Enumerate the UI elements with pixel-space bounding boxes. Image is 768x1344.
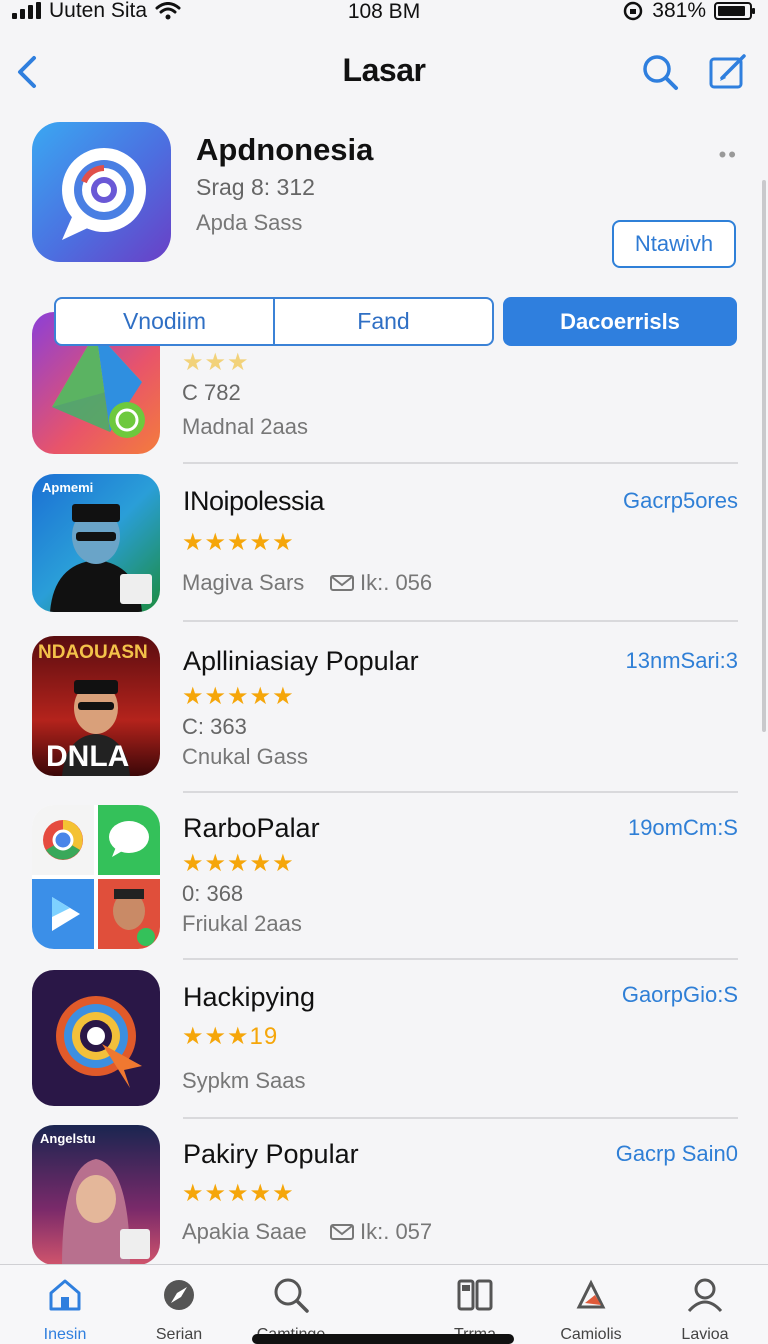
row-divider: [183, 462, 738, 464]
app-icon-target: [32, 970, 160, 1106]
battery-percent: 381%: [652, 0, 706, 22]
app-action-link[interactable]: 13nmSari:3: [625, 648, 738, 674]
tab-search[interactable]: Serian: [124, 1275, 234, 1344]
tab-label: Lavioa: [681, 1326, 729, 1343]
segment-2-selected[interactable]: Dacoerrisls: [503, 297, 737, 346]
tab-label: Camiolis: [560, 1326, 622, 1343]
rating-stars: ★★★★★: [182, 683, 295, 710]
icon-caption: DNLA: [46, 740, 130, 773]
compose-icon[interactable]: [706, 50, 750, 94]
icon-caption: NDAOUASN: [38, 642, 148, 663]
mail-icon: [330, 1224, 354, 1240]
orientation-lock-icon: [624, 1, 643, 21]
scrollbar[interactable]: [762, 180, 766, 732]
rating-stars: ★★★★★: [182, 850, 295, 877]
app-category: Madnal 2aas: [182, 414, 308, 439]
app-meta: Ik:. 056: [330, 570, 432, 596]
row-divider: [183, 1117, 738, 1119]
home-indicator: [252, 1334, 514, 1344]
compass-icon: [164, 1280, 194, 1310]
segment-1[interactable]: Fand: [273, 299, 492, 344]
mail-icon: [330, 575, 354, 591]
tab-arcade[interactable]: Camiolis: [536, 1275, 646, 1344]
app-category: Apakia Saae: [182, 1219, 307, 1244]
tab-home[interactable]: Inesin: [10, 1275, 120, 1344]
row-divider: [183, 791, 738, 793]
get-button[interactable]: Ntawivh: [612, 220, 736, 268]
row-divider: [183, 958, 738, 960]
rating-stars: ★★★★★: [182, 1180, 295, 1207]
app-downloads: 0: 368: [182, 881, 244, 906]
app-action-link[interactable]: Gacrp5ores: [623, 488, 738, 514]
app-downloads: C: 363: [182, 714, 247, 739]
rocket-icon: [576, 1279, 606, 1309]
person-icon: [687, 1278, 723, 1313]
row-divider: [183, 620, 738, 622]
tab-bar: Inesin Serian Camtinge Trrma: [0, 1264, 768, 1344]
app-category: Sypkm Saas: [182, 1068, 306, 1093]
app-size: Ik:. 056: [360, 570, 433, 595]
featured-app-name: Apdnonesia: [196, 132, 374, 167]
segmented-control: Vnodiim Fand: [54, 297, 494, 346]
rating-stars: ★★★★★: [182, 529, 295, 556]
app-size: Ik:. 057: [360, 1219, 433, 1244]
app-name: INoipolessia: [183, 486, 325, 516]
app-action-link[interactable]: GaorpGio:S: [622, 982, 738, 1008]
app-icon-portrait-hijab: Angelstu: [32, 1125, 160, 1265]
navigation-bar: Lasar: [0, 40, 768, 104]
rating-stars: ★★★: [182, 349, 250, 376]
app-store-screen: Uuten Sita 108 BM 381% Lasar Apdnonesia …: [0, 0, 768, 1344]
tab-label: Serian: [155, 1326, 203, 1343]
app-name: RarboPalar: [183, 813, 320, 843]
chat-bubble-icon: [62, 148, 146, 240]
tab-profile[interactable]: Lavioa: [650, 1275, 760, 1344]
app-action-link[interactable]: Gacrp Sain0: [616, 1141, 738, 1167]
app-category: Magiva Sars: [182, 570, 305, 595]
search-icon: [274, 1278, 309, 1313]
app-name: Hackipying: [183, 982, 316, 1012]
app-action-link[interactable]: 19omCm:S: [628, 815, 738, 841]
rating-stars: ★★★19: [182, 1023, 279, 1050]
segment-0[interactable]: Vnodiim: [56, 299, 273, 344]
tab-label: Inesin: [43, 1326, 87, 1343]
app-icon-poster: NDAOUASN DNLA: [32, 636, 160, 776]
search-icon[interactable]: [638, 50, 682, 94]
app-name: Pakiry Popular: [183, 1139, 359, 1169]
status-bar: Uuten Sita 108 BM 381%: [0, 0, 768, 26]
status-right: 381%: [622, 0, 755, 22]
apps-icon: [457, 1279, 493, 1311]
featured-app-subtitle: Srag 8: 312: [196, 174, 315, 200]
icon-caption: Angelstu: [40, 1131, 96, 1146]
more-options-icon[interactable]: ••: [719, 142, 738, 168]
icon-caption: Apmemi: [42, 480, 94, 495]
featured-app-category: Apda Sass: [196, 210, 303, 235]
app-icon-grid: [32, 805, 160, 949]
app-name: Aplliniasiay Popular: [183, 646, 419, 676]
home-icon: [49, 1279, 81, 1311]
app-downloads: C 782: [182, 380, 241, 405]
app-category: Cnukal Gass: [182, 744, 308, 769]
featured-app-icon[interactable]: [32, 122, 171, 262]
app-icon-portrait: Apmemi: [32, 474, 160, 612]
battery-icon: [714, 2, 755, 20]
app-category: Friukal 2aas: [182, 911, 302, 936]
app-meta: Ik:. 057: [330, 1219, 432, 1245]
